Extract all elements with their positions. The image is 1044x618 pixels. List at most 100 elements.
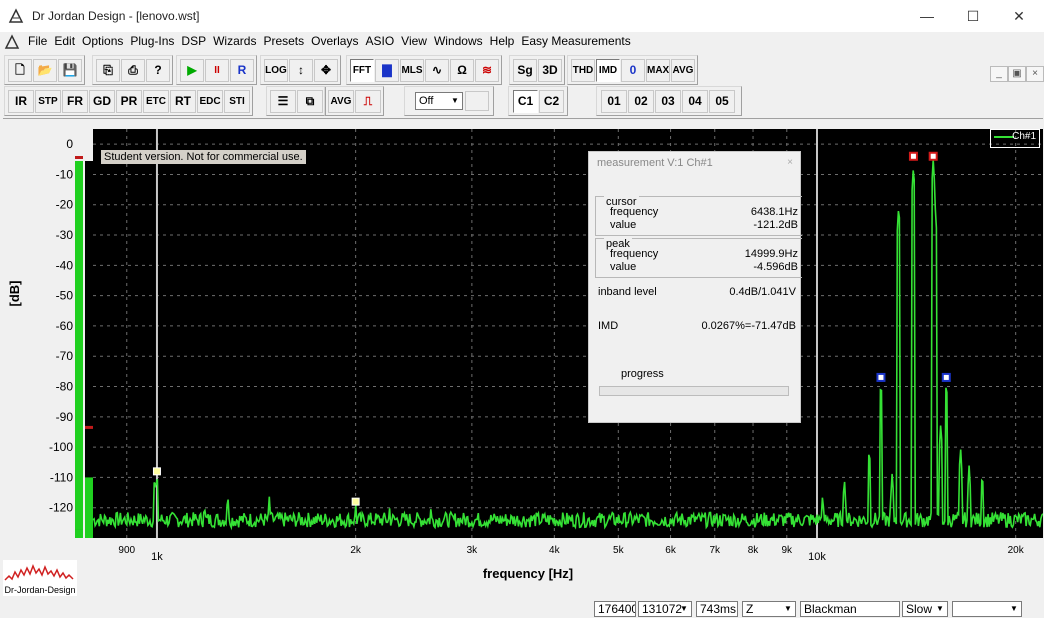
pause-icon: II [214, 65, 220, 76]
y-tick-label: -20 [56, 198, 74, 212]
z-select[interactable]: Z ▼ [742, 601, 796, 617]
menu-easy-measurements[interactable]: Easy Measurements [521, 32, 637, 52]
fft-button[interactable]: FFT [350, 59, 374, 82]
minimize-button[interactable]: — [904, 0, 950, 32]
avg2-button[interactable]: AVG [328, 90, 354, 113]
peak-marker[interactable] [941, 372, 951, 382]
x-tick-label: 10k [808, 551, 826, 563]
y-tick-label: -120 [49, 501, 73, 515]
ohm-button[interactable]: Ω [450, 59, 474, 82]
y-tick-label: -30 [56, 228, 74, 242]
off-apply-button[interactable] [465, 91, 489, 111]
menu-asio[interactable]: ASIO [365, 32, 401, 52]
waveform-button[interactable]: ∿ [425, 59, 449, 82]
slot-04-button[interactable]: 04 [682, 90, 708, 113]
vertical-arrows-button[interactable]: ↕ [289, 59, 313, 82]
menu-dsp[interactable]: DSP [181, 32, 213, 52]
pulse-button[interactable]: ⎍ [355, 90, 381, 113]
menu-help[interactable]: Help [490, 32, 522, 52]
spectrum-plot[interactable]: 0 -10 -20 -30 -40 -50 -60 -70 -80 -90 -100 -110 -120… [3, 119, 1043, 597]
document-icon[interactable] [4, 34, 20, 50]
new-file-button[interactable]: 🗋 [8, 59, 32, 82]
peak-marker[interactable] [152, 467, 161, 476]
y-tick-label: -70 [56, 349, 74, 363]
printer-button[interactable]: ⎙ [121, 59, 145, 82]
waveform-icon: ∿ [431, 63, 443, 77]
bar-spectrum-button[interactable]: ▇ [375, 59, 399, 82]
window-function-field[interactable]: Blackman [800, 601, 900, 617]
x-tick-label: 6k [665, 545, 677, 556]
copy-button[interactable]: ⎘ [96, 59, 120, 82]
level-meter-left-fill [75, 529, 83, 538]
legend: Ch#1 [990, 129, 1040, 148]
windows-button[interactable]: ⧉ [297, 90, 323, 113]
export-button[interactable]: ☰ [270, 90, 296, 113]
menu-presets[interactable]: Presets [263, 32, 311, 52]
edc-button[interactable]: EDC [197, 90, 223, 113]
menu-edit[interactable]: Edit [54, 32, 82, 52]
menu-file[interactable]: File [28, 32, 54, 52]
speed-select[interactable]: Slow ▼ [902, 601, 948, 617]
channel-c1-button[interactable]: C1 [513, 90, 538, 113]
ir-button[interactable]: IR [8, 90, 34, 113]
fft-size-select[interactable]: 131072 ▼ [638, 601, 692, 617]
peak-marker[interactable] [351, 497, 360, 506]
pr-button[interactable]: PR [116, 90, 142, 113]
peak-marker[interactable] [876, 372, 886, 382]
etc-button[interactable]: ETC [143, 90, 169, 113]
toolbar1-group-3: LOG ↕ ✥ [260, 55, 341, 85]
cursor-frequency-value: 6438.1Hz [750, 206, 798, 218]
menu-view[interactable]: View [401, 32, 434, 52]
slot-03-button[interactable]: 03 [655, 90, 681, 113]
slot-05-button[interactable]: 05 [709, 90, 735, 113]
menu-plug-ins[interactable]: Plug-Ins [130, 32, 181, 52]
menu-options[interactable]: Options [82, 32, 130, 52]
menu-wizards[interactable]: Wizards [213, 32, 263, 52]
progress-bar [599, 386, 789, 396]
mls-button[interactable]: MLS [400, 59, 424, 82]
rt-button[interactable]: RT [170, 90, 196, 113]
main-toolbar: 🗋 📂 💾 ⎘ ⎙? ▶ II R LOG ↕ ✥ FFT ▇ MLS ∿ Ω ≋ Sg 3D THD IMD 0 MAX A… [4, 55, 1040, 85]
x-tick-label: 8k [748, 545, 760, 556]
3d-button[interactable]: 3D [538, 59, 562, 82]
help-button[interactable]: ? [146, 59, 170, 82]
copy-icon: ⎘ [103, 63, 113, 77]
cursor-frequency-label: frequency [610, 206, 659, 218]
thd-button[interactable]: THD [571, 59, 595, 82]
zero-button[interactable]: 0 [621, 59, 645, 82]
inband-level-value: 0.4dB/1.041V [729, 286, 796, 298]
meter-peak-right [85, 425, 93, 429]
off-select[interactable]: Off ▼ [415, 92, 463, 110]
gd-button[interactable]: GD [89, 90, 115, 113]
imd-button[interactable]: IMD [596, 59, 620, 82]
menu-bar: File Edit Options Plug-Ins DSP Wizards Presets… [0, 32, 1044, 82]
sti-button[interactable]: STI [224, 90, 250, 113]
speaker-curve-button[interactable]: ≋ [475, 59, 499, 82]
menu-overlays[interactable]: Overlays [311, 32, 365, 52]
status-bar: 176400 131072 ▼ 743ms Z ▼ Blackman Slow ▼ ▼ [0, 596, 1044, 618]
peak-marker[interactable] [908, 151, 918, 161]
maximize-button[interactable]: ☐ [950, 0, 996, 32]
pause-button[interactable]: II [205, 59, 229, 82]
y-tick-label: -10 [56, 167, 74, 181]
extra-select[interactable]: ▼ [952, 601, 1022, 617]
x-tick-label: 3k [467, 545, 479, 556]
r-button[interactable]: R [230, 59, 254, 82]
avg-button[interactable]: AVG [671, 59, 695, 82]
log-button[interactable]: LOG [264, 59, 288, 82]
fr-button[interactable]: FR [62, 90, 88, 113]
slot-01-button[interactable]: 01 [601, 90, 627, 113]
stp-button[interactable]: STP [35, 90, 61, 113]
sg-button[interactable]: Sg [513, 59, 537, 82]
channel-c2-button[interactable]: C2 [539, 90, 564, 113]
measurement-close-button[interactable]: × [783, 156, 797, 170]
save-disk-button[interactable]: 💾 [58, 59, 82, 82]
peak-marker[interactable] [928, 151, 938, 161]
close-button[interactable]: ✕ [996, 0, 1042, 32]
open-folder-button[interactable]: 📂 [33, 59, 57, 82]
max-button[interactable]: MAX [646, 59, 670, 82]
slot-02-button[interactable]: 02 [628, 90, 654, 113]
menu-windows[interactable]: Windows [434, 32, 490, 52]
move-button[interactable]: ✥ [314, 59, 338, 82]
play-button[interactable]: ▶ [180, 59, 204, 82]
